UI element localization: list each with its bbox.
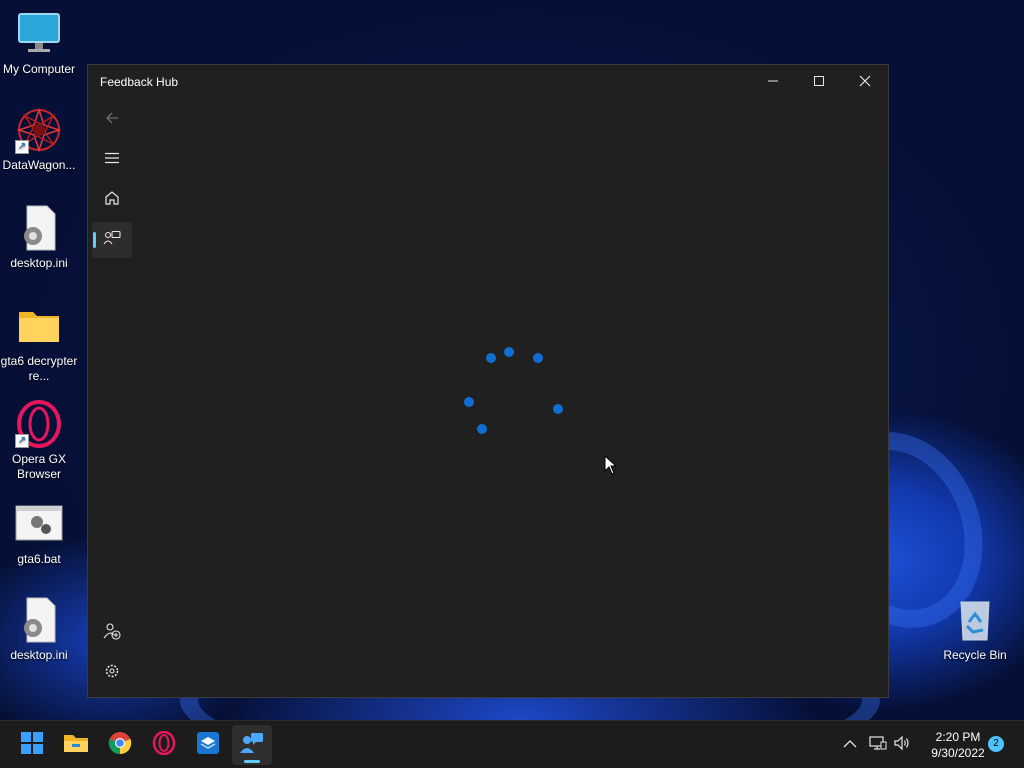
desktop-icon-label: gta6 decrypter re... <box>0 354 78 383</box>
settings-file-icon <box>15 204 63 252</box>
desktop-icon-label: DataWagon... <box>2 158 76 172</box>
taskbar-feedback-hub[interactable] <box>232 725 272 765</box>
desktop-icon-label: Opera GX Browser <box>11 452 67 481</box>
back-arrow-icon <box>104 110 120 131</box>
folder-icon <box>15 302 63 350</box>
notification-badge[interactable]: 2 <box>988 736 1004 752</box>
desktop-icon-datawagon[interactable]: ↗ DataWagon... <box>0 106 78 173</box>
selection-indicator <box>93 232 96 248</box>
desktop-icon-desktop-ini[interactable]: desktop.ini <box>0 204 78 271</box>
shortcut-arrow-icon: ↗ <box>15 140 29 154</box>
navigation-rail <box>88 99 136 697</box>
hamburger-menu-icon <box>104 150 120 171</box>
file-explorer-icon <box>63 732 89 759</box>
opera-gx-icon: ↗ <box>15 400 63 448</box>
feedback-icon <box>103 230 121 251</box>
spinner-dot <box>464 397 474 407</box>
minimize-icon <box>767 75 779 90</box>
add-user-icon <box>103 622 121 645</box>
clock-date: 9/30/2022 <box>931 746 985 760</box>
nav-item-feedback[interactable] <box>92 222 132 258</box>
batch-file-icon <box>15 500 63 548</box>
shortcut-arrow-icon: ↗ <box>15 434 29 448</box>
monitor-icon <box>15 10 63 58</box>
title-bar[interactable]: Feedback Hub <box>88 65 888 99</box>
maximize-icon <box>813 75 825 90</box>
desktop-icon-label: gta6.bat <box>17 552 61 566</box>
chevron-up-icon <box>843 736 857 754</box>
desktop-icon-opera-gx[interactable]: ↗ Opera GX Browser <box>0 400 78 482</box>
desktop-icon-recycle-bin[interactable]: Recycle Bin <box>936 596 1014 663</box>
recycle-bin-icon <box>951 596 999 644</box>
desktop-icon-label: Recycle Bin <box>943 648 1007 662</box>
mouse-cursor-icon <box>604 454 618 480</box>
feedback-hub-window: Feedback Hub <box>87 64 889 698</box>
network-icon <box>869 735 887 756</box>
settings-file-icon <box>15 596 63 644</box>
start-button[interactable] <box>12 725 52 765</box>
desktop-icon-my-computer[interactable]: My Computer <box>0 10 78 77</box>
spinner-dot <box>486 353 496 363</box>
datawagon-icon: ↗ <box>15 106 63 154</box>
taskbar-opera[interactable] <box>144 725 184 765</box>
spinner-dot <box>504 347 514 357</box>
close-icon <box>859 75 871 90</box>
opera-icon <box>152 730 176 760</box>
menu-button[interactable] <box>92 142 132 178</box>
network-button[interactable] <box>866 721 890 768</box>
active-app-indicator <box>244 760 260 763</box>
close-button[interactable] <box>842 65 888 99</box>
nav-item-home[interactable] <box>92 182 132 218</box>
feedback-hub-icon <box>239 731 265 760</box>
volume-button[interactable] <box>890 721 914 768</box>
back-button[interactable] <box>92 102 132 138</box>
taskbar: 2:20 PM 9/30/2022 <box>0 720 1024 768</box>
desktop-icon-desktop-ini[interactable]: desktop.ini <box>0 596 78 663</box>
windows-start-icon <box>21 731 43 759</box>
volume-icon <box>893 735 911 756</box>
spinner-dot <box>477 424 487 434</box>
taskbar-clock[interactable]: 2:20 PM 9/30/2022 <box>918 729 998 761</box>
spinner-dot <box>553 404 563 414</box>
desktop-icon-label: desktop.ini <box>10 256 68 270</box>
nav-item-settings[interactable] <box>92 655 132 691</box>
taskbar-file-explorer[interactable] <box>56 725 96 765</box>
window-title: Feedback Hub <box>100 75 179 89</box>
maximize-button[interactable] <box>796 65 842 99</box>
home-icon <box>104 190 120 211</box>
mail-app-icon <box>196 731 220 760</box>
show-hidden-icons-button[interactable] <box>838 721 862 768</box>
desktop-icon-label: desktop.ini <box>10 648 68 662</box>
spinner-dot <box>533 353 543 363</box>
nav-item-add-user[interactable] <box>92 615 132 651</box>
minimize-button[interactable] <box>750 65 796 99</box>
clock-time: 2:20 PM <box>935 730 981 744</box>
desktop-icon-gta6-bat[interactable]: gta6.bat <box>0 500 78 567</box>
desktop-icon-gta6-decrypter[interactable]: gta6 decrypter re... <box>0 302 78 384</box>
settings-gear-icon <box>104 663 120 684</box>
desktop-icon-label: My Computer <box>2 62 76 76</box>
taskbar-chrome[interactable] <box>100 725 140 765</box>
taskbar-mail-app[interactable] <box>188 725 228 765</box>
chrome-icon <box>108 731 132 760</box>
